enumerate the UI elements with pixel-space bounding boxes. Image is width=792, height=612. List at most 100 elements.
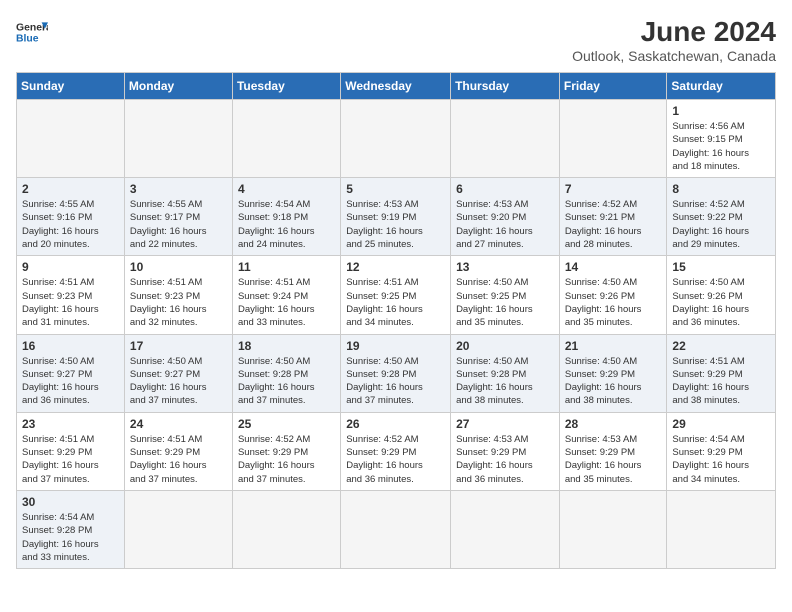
day-number: 12 [346, 260, 445, 274]
calendar-week-row: 30 Sunrise: 4:54 AM Sunset: 9:28 PM Dayli… [17, 490, 776, 568]
day-info: Sunrise: 4:51 AM Sunset: 9:25 PM Dayligh… [346, 276, 445, 329]
calendar-cell: 19Sunrise: 4:50 AM Sunset: 9:28 PM Dayli… [341, 334, 451, 412]
day-info: Sunrise: 4:50 AM Sunset: 9:26 PM Dayligh… [565, 276, 662, 329]
day-number: 26 [346, 417, 445, 431]
calendar-cell: 16Sunrise: 4:50 AM Sunset: 9:27 PM Dayli… [17, 334, 125, 412]
day-number: 20 [456, 339, 554, 353]
calendar-cell: 21 Sunrise: 4:50 AM Sunset: 9:29 PM Dayli… [559, 334, 667, 412]
column-header-tuesday: Tuesday [232, 73, 340, 100]
day-info: Sunrise: 4:51 AM Sunset: 9:24 PM Dayligh… [238, 276, 335, 329]
calendar-cell: 26Sunrise: 4:52 AM Sunset: 9:29 PM Dayli… [341, 412, 451, 490]
calendar-cell: 28 Sunrise: 4:53 AM Sunset: 9:29 PM Dayli… [559, 412, 667, 490]
month-year-title: June 2024 [572, 16, 776, 48]
page-container: General Blue June 2024 Outlook, Saskatch… [16, 16, 776, 569]
day-info: Sunrise: 4:50 AM Sunset: 9:28 PM Dayligh… [346, 355, 445, 408]
calendar-cell [232, 490, 340, 568]
header: General Blue June 2024 Outlook, Saskatch… [16, 16, 776, 64]
day-info: Sunrise: 4:51 AM Sunset: 9:29 PM Dayligh… [672, 355, 770, 408]
day-info: Sunrise: 4:51 AM Sunset: 9:23 PM Dayligh… [130, 276, 227, 329]
day-number: 27 [456, 417, 554, 431]
day-number: 4 [238, 182, 335, 196]
calendar-header-row: SundayMondayTuesdayWednesdayThursdayFrid… [17, 73, 776, 100]
calendar-week-row: 16Sunrise: 4:50 AM Sunset: 9:27 PM Dayli… [17, 334, 776, 412]
calendar-cell [124, 100, 232, 178]
day-number: 28 [565, 417, 662, 431]
day-info: Sunrise: 4:50 AM Sunset: 9:27 PM Dayligh… [130, 355, 227, 408]
column-header-thursday: Thursday [451, 73, 560, 100]
day-info: Sunrise: 4:54 AM Sunset: 9:28 PM Dayligh… [22, 511, 119, 564]
calendar-cell: 30 Sunrise: 4:54 AM Sunset: 9:28 PM Dayli… [17, 490, 125, 568]
calendar-cell: 8 Sunrise: 4:52 AM Sunset: 9:22 PM Daylig… [667, 178, 776, 256]
day-number: 21 [565, 339, 662, 353]
calendar-cell: 11 Sunrise: 4:51 AM Sunset: 9:24 PM Dayli… [232, 256, 340, 334]
calendar-cell: 14 Sunrise: 4:50 AM Sunset: 9:26 PM Dayli… [559, 256, 667, 334]
day-number: 9 [22, 260, 119, 274]
calendar-cell: 6Sunrise: 4:53 AM Sunset: 9:20 PM Daylig… [451, 178, 560, 256]
day-info: Sunrise: 4:52 AM Sunset: 9:29 PM Dayligh… [238, 433, 335, 486]
day-info: Sunrise: 4:50 AM Sunset: 9:28 PM Dayligh… [238, 355, 335, 408]
title-area: June 2024 Outlook, Saskatchewan, Canada [572, 16, 776, 64]
calendar-cell: 15Sunrise: 4:50 AM Sunset: 9:26 PM Dayli… [667, 256, 776, 334]
location-subtitle: Outlook, Saskatchewan, Canada [572, 48, 776, 64]
calendar-cell: 20 Sunrise: 4:50 AM Sunset: 9:28 PM Dayli… [451, 334, 560, 412]
column-header-friday: Friday [559, 73, 667, 100]
calendar-cell: 18Sunrise: 4:50 AM Sunset: 9:28 PM Dayli… [232, 334, 340, 412]
calendar-table: SundayMondayTuesdayWednesdayThursdayFrid… [16, 72, 776, 569]
logo-icon: General Blue [16, 16, 48, 48]
day-number: 11 [238, 260, 335, 274]
calendar-cell: 9 Sunrise: 4:51 AM Sunset: 9:23 PM Daylig… [17, 256, 125, 334]
day-number: 24 [130, 417, 227, 431]
calendar-cell: 29 Sunrise: 4:54 AM Sunset: 9:29 PM Dayli… [667, 412, 776, 490]
day-info: Sunrise: 4:53 AM Sunset: 9:19 PM Dayligh… [346, 198, 445, 251]
day-number: 13 [456, 260, 554, 274]
calendar-week-row: 9 Sunrise: 4:51 AM Sunset: 9:23 PM Daylig… [17, 256, 776, 334]
day-number: 14 [565, 260, 662, 274]
calendar-cell: 1Sunrise: 4:56 AM Sunset: 9:15 PM Daylig… [667, 100, 776, 178]
column-header-saturday: Saturday [667, 73, 776, 100]
calendar-cell: 13Sunrise: 4:50 AM Sunset: 9:25 PM Dayli… [451, 256, 560, 334]
calendar-cell [559, 100, 667, 178]
calendar-week-row: 1Sunrise: 4:56 AM Sunset: 9:15 PM Daylig… [17, 100, 776, 178]
calendar-cell: 12 Sunrise: 4:51 AM Sunset: 9:25 PM Dayli… [341, 256, 451, 334]
calendar-cell: 22Sunrise: 4:51 AM Sunset: 9:29 PM Dayli… [667, 334, 776, 412]
day-info: Sunrise: 4:51 AM Sunset: 9:29 PM Dayligh… [22, 433, 119, 486]
day-number: 5 [346, 182, 445, 196]
calendar-cell: 2Sunrise: 4:55 AM Sunset: 9:16 PM Daylig… [17, 178, 125, 256]
day-number: 23 [22, 417, 119, 431]
calendar-cell [124, 490, 232, 568]
calendar-cell [559, 490, 667, 568]
calendar-week-row: 2Sunrise: 4:55 AM Sunset: 9:16 PM Daylig… [17, 178, 776, 256]
calendar-cell: 17Sunrise: 4:50 AM Sunset: 9:27 PM Dayli… [124, 334, 232, 412]
day-info: Sunrise: 4:50 AM Sunset: 9:29 PM Dayligh… [565, 355, 662, 408]
calendar-cell [341, 490, 451, 568]
day-info: Sunrise: 4:51 AM Sunset: 9:23 PM Dayligh… [22, 276, 119, 329]
day-info: Sunrise: 4:54 AM Sunset: 9:18 PM Dayligh… [238, 198, 335, 251]
calendar-cell [232, 100, 340, 178]
column-header-sunday: Sunday [17, 73, 125, 100]
day-info: Sunrise: 4:52 AM Sunset: 9:22 PM Dayligh… [672, 198, 770, 251]
day-number: 29 [672, 417, 770, 431]
day-info: Sunrise: 4:50 AM Sunset: 9:27 PM Dayligh… [22, 355, 119, 408]
calendar-cell: 7 Sunrise: 4:52 AM Sunset: 9:21 PM Daylig… [559, 178, 667, 256]
day-number: 10 [130, 260, 227, 274]
day-number: 3 [130, 182, 227, 196]
calendar-cell [451, 490, 560, 568]
day-info: Sunrise: 4:53 AM Sunset: 9:29 PM Dayligh… [565, 433, 662, 486]
day-info: Sunrise: 4:54 AM Sunset: 9:29 PM Dayligh… [672, 433, 770, 486]
day-info: Sunrise: 4:52 AM Sunset: 9:21 PM Dayligh… [565, 198, 662, 251]
day-info: Sunrise: 4:53 AM Sunset: 9:29 PM Dayligh… [456, 433, 554, 486]
calendar-cell: 25Sunrise: 4:52 AM Sunset: 9:29 PM Dayli… [232, 412, 340, 490]
calendar-cell: 3Sunrise: 4:55 AM Sunset: 9:17 PM Daylig… [124, 178, 232, 256]
day-info: Sunrise: 4:51 AM Sunset: 9:29 PM Dayligh… [130, 433, 227, 486]
svg-text:Blue: Blue [16, 34, 39, 45]
day-number: 7 [565, 182, 662, 196]
day-number: 2 [22, 182, 119, 196]
calendar-cell: 4 Sunrise: 4:54 AM Sunset: 9:18 PM Daylig… [232, 178, 340, 256]
day-info: Sunrise: 4:50 AM Sunset: 9:28 PM Dayligh… [456, 355, 554, 408]
day-number: 8 [672, 182, 770, 196]
day-number: 30 [22, 495, 119, 509]
logo: General Blue [16, 16, 48, 48]
day-info: Sunrise: 4:53 AM Sunset: 9:20 PM Dayligh… [456, 198, 554, 251]
calendar-cell: 23 Sunrise: 4:51 AM Sunset: 9:29 PM Dayli… [17, 412, 125, 490]
calendar-cell [341, 100, 451, 178]
